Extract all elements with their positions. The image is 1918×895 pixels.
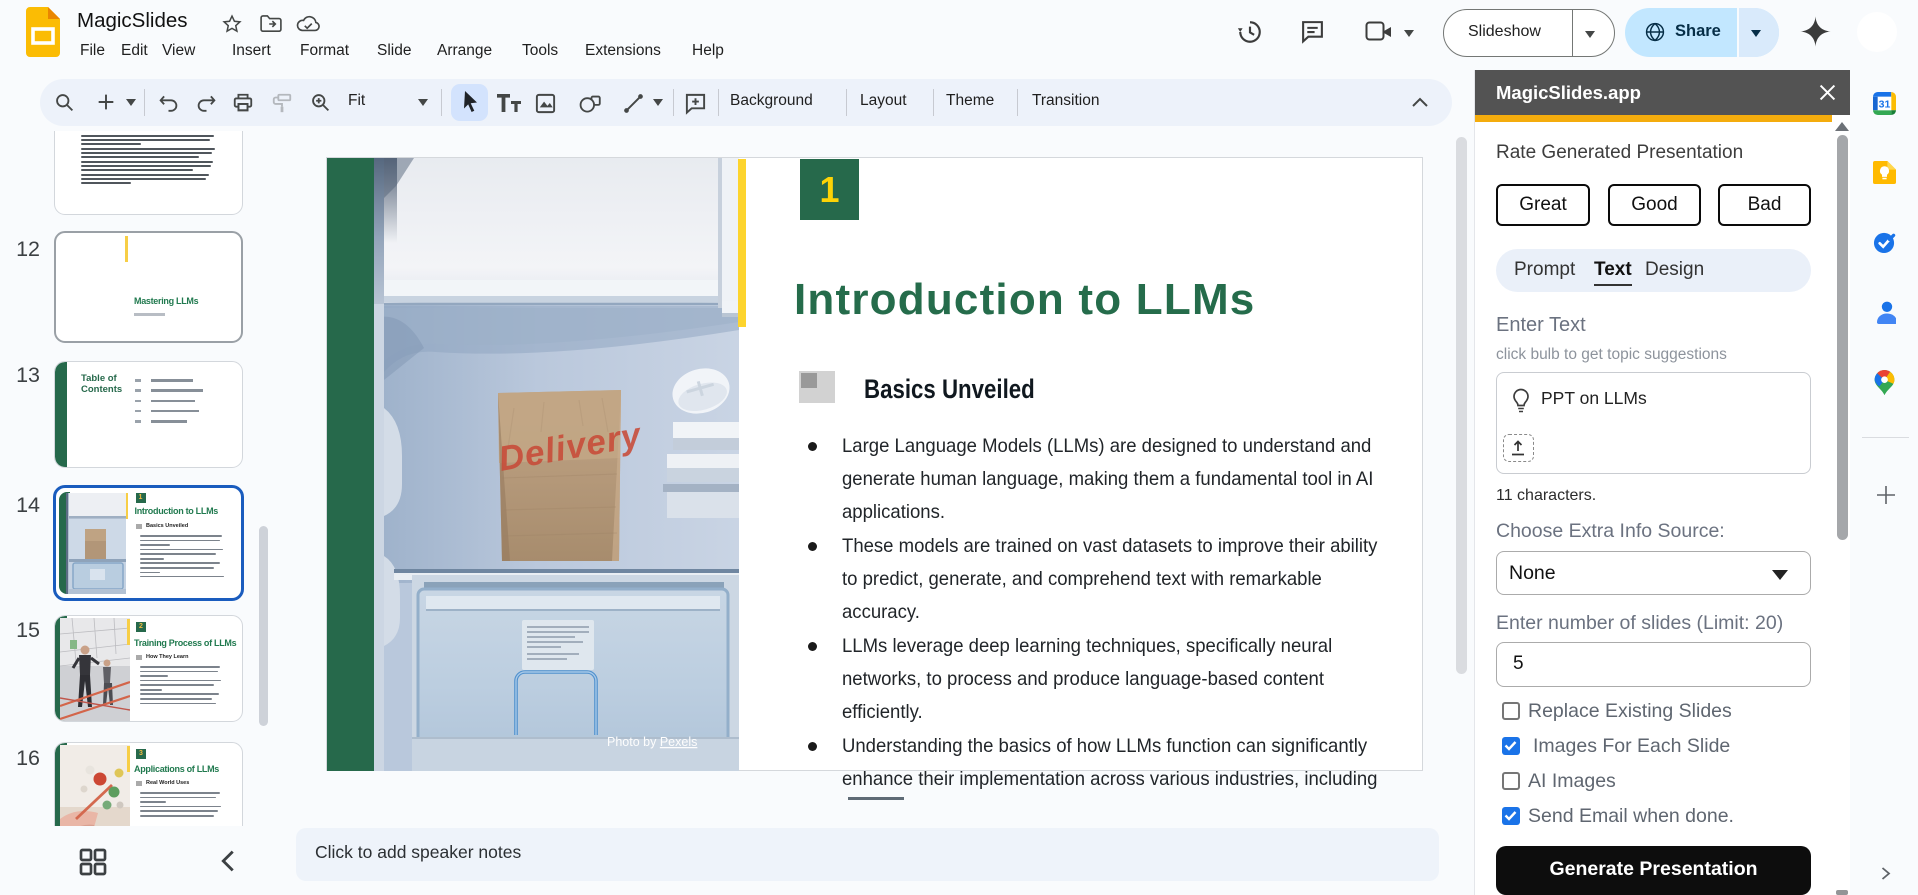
svg-text:Photo by Pexels: Photo by Pexels [607, 735, 697, 749]
svg-text:31: 31 [1879, 98, 1891, 110]
